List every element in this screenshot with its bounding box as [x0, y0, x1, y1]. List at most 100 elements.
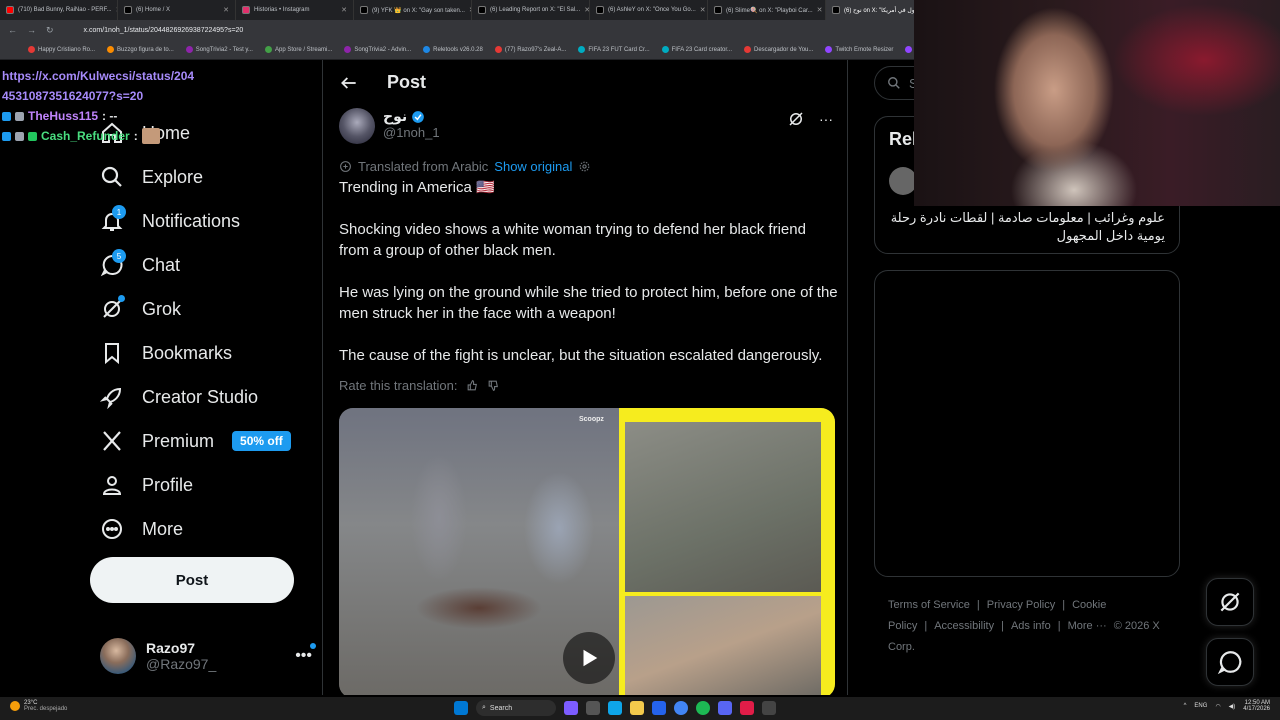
app-icon[interactable] — [762, 701, 776, 715]
close-tab-icon[interactable]: ✕ — [223, 6, 229, 14]
tab-favicon-icon — [360, 6, 368, 14]
volume-icon[interactable]: ◀) — [1229, 703, 1236, 710]
browser-tab[interactable]: Historias • Instagram ✕ — [236, 0, 354, 20]
back-nav-icon[interactable]: ← — [8, 25, 17, 35]
bookmark-item[interactable]: Buzzgo figura de to... — [107, 46, 174, 53]
more-dots-icon[interactable]: ••• — [295, 643, 316, 665]
browser-tab[interactable]: (710) Bad Bunny, RaiNao - PERF...✕ — [0, 0, 118, 20]
bookmark-favicon-icon — [905, 46, 913, 53]
back-arrow-icon[interactable] — [339, 73, 359, 93]
browser-tab[interactable]: (6) Home / X ✕ — [118, 0, 236, 20]
video-watermark: Scoopz — [579, 416, 604, 423]
store-icon[interactable] — [652, 701, 666, 715]
tab-title: (710) Bad Bunny, RaiNao - PERF... — [18, 7, 112, 13]
sidebar-item-creator-studio[interactable]: Creator Studio — [100, 385, 258, 409]
footer-link[interactable]: Ads info — [1011, 620, 1051, 632]
close-tab-icon[interactable]: ✕ — [700, 6, 706, 14]
chat-message: Cash_Refunder : — [2, 126, 232, 146]
grok-float-button[interactable] — [1206, 578, 1254, 626]
chrome-icon[interactable] — [674, 701, 688, 715]
spotify-icon[interactable] — [696, 701, 710, 715]
url-field[interactable]: x.com/1noh_1/status/2044826926938722495?… — [84, 27, 244, 34]
author-name[interactable]: نوح — [383, 108, 407, 125]
browser-tab[interactable]: (6) Slime🍭 on X: "Playboi Car... ✕ — [708, 0, 826, 20]
grok-explain-icon[interactable] — [787, 110, 805, 128]
bookmark-label: Reletools v26.0.28 — [433, 46, 483, 53]
footer-link[interactable]: Accessibility — [934, 620, 994, 632]
browser-tab[interactable]: (6) AshleY on X: "Once You Go... ✕ — [590, 0, 708, 20]
start-icon[interactable] — [454, 701, 468, 715]
show-original-link[interactable]: Show original — [494, 159, 572, 174]
more-options-icon[interactable]: ··· — [819, 111, 833, 127]
reload-icon[interactable]: ↻ — [46, 25, 54, 36]
sidebar-item-label: More — [142, 518, 184, 539]
sidebar-item-premium[interactable]: Premium 50% off — [100, 429, 291, 453]
app-icon[interactable] — [564, 701, 578, 715]
footer-link[interactable]: More ··· — [1068, 620, 1107, 632]
language-indicator[interactable]: ENG — [1194, 703, 1207, 709]
sidebar-item-explore[interactable]: Explore — [100, 165, 203, 189]
close-tab-icon[interactable]: ✕ — [817, 6, 823, 14]
sidebar-item-notifications[interactable]: 1 Notifications — [100, 205, 240, 233]
settings-gear-icon[interactable] — [578, 160, 591, 173]
weather-widget[interactable]: 23°C Prec. despejado — [10, 700, 67, 712]
music-icon[interactable] — [740, 701, 754, 715]
task-view-icon[interactable] — [586, 701, 600, 715]
chevron-up-icon[interactable]: ^ — [1184, 703, 1187, 709]
bookmark-item[interactable]: Descargador de You... — [744, 46, 813, 53]
post-detail-column: Post نوح @1noh_1 ··· Translated from Ara… — [322, 60, 848, 695]
avatar[interactable] — [889, 167, 917, 195]
bookmark-item[interactable]: Happy Cristiano Ro... — [28, 46, 95, 53]
left-sidebar: Home Explore 1 Notifications 5 Chat Grok… — [0, 60, 322, 695]
sidebar-item-bookmarks[interactable]: Bookmarks — [100, 341, 232, 365]
bookmark-item[interactable]: FIFA 23 Card creator... — [661, 46, 732, 53]
thumbs-up-icon[interactable] — [466, 379, 479, 392]
post-video[interactable]: Scoopz — [339, 408, 835, 695]
footer-link[interactable]: Terms of Service — [888, 599, 970, 611]
footer-separator: | — [924, 620, 928, 632]
close-tab-icon[interactable]: ✕ — [341, 6, 347, 14]
weather-icon — [10, 701, 20, 711]
video-frame-right — [619, 408, 835, 695]
bookmark-item[interactable]: (77) Razo97's Zeal-A... — [494, 46, 566, 53]
bookmark-item[interactable]: FIFA 23 FUT Card Cr... — [578, 46, 650, 53]
forward-nav-icon[interactable]: → — [27, 25, 36, 35]
badge-icon — [2, 131, 11, 141]
bookmark-item[interactable]: App Store / Streami... — [264, 46, 332, 53]
post-author[interactable]: نوح @1noh_1 — [339, 108, 440, 144]
author-avatar[interactable] — [339, 108, 375, 144]
browser-tab[interactable]: (9) YFK 👑 on X: "Gay son taken...✕ — [354, 0, 472, 20]
sidebar-item-more[interactable]: More — [100, 517, 183, 541]
tab-favicon-icon — [124, 6, 132, 14]
sidebar-item-chat[interactable]: 5 Chat — [100, 249, 180, 277]
search-icon: ⌕ — [482, 704, 486, 711]
taskbar-search[interactable]: ⌕ Search — [476, 700, 556, 716]
thumbs-down-icon[interactable] — [487, 379, 500, 392]
browser-tab[interactable]: (6) Leading Report on X: "El Sal... ✕ — [472, 0, 590, 20]
play-button[interactable] — [563, 632, 615, 684]
bookmark-item[interactable]: Twitch Emote Resizer — [825, 46, 893, 53]
tab-favicon-icon — [478, 6, 486, 14]
post-button[interactable]: Post — [90, 557, 294, 603]
messages-float-button[interactable] — [1206, 638, 1254, 686]
discord-icon[interactable] — [718, 701, 732, 715]
chat-text: : -- — [102, 109, 118, 123]
bookmark-item[interactable]: Reletools v26.0.28 — [423, 46, 483, 53]
translation-notice: Translated from Arabic Show original — [339, 159, 591, 174]
edge-icon[interactable] — [608, 701, 622, 715]
file-explorer-icon[interactable] — [630, 701, 644, 715]
sidebar-item-profile[interactable]: Profile — [100, 473, 193, 497]
wifi-icon[interactable]: ◠ — [1215, 703, 1220, 710]
clock-date[interactable]: 4/17/2026 — [1243, 706, 1270, 712]
footer-link[interactable]: Privacy Policy — [987, 599, 1055, 611]
account-switcher[interactable]: Razo97 @Razo97_ ••• — [100, 638, 316, 674]
grok-icon — [1220, 592, 1240, 612]
sidebar-item-grok[interactable]: Grok — [100, 295, 181, 321]
bookmark-item[interactable]: SongTrivia2 - Advin... — [344, 46, 411, 53]
post-header: Post — [323, 60, 847, 106]
chat-username: Cash_Refunder — [41, 129, 130, 143]
author-handle[interactable]: @1noh_1 — [383, 125, 440, 140]
tab-favicon-icon — [714, 6, 722, 14]
bookmark-item[interactable]: SongTrivia2 - Test y... — [185, 46, 253, 53]
badge-icon — [15, 111, 24, 121]
